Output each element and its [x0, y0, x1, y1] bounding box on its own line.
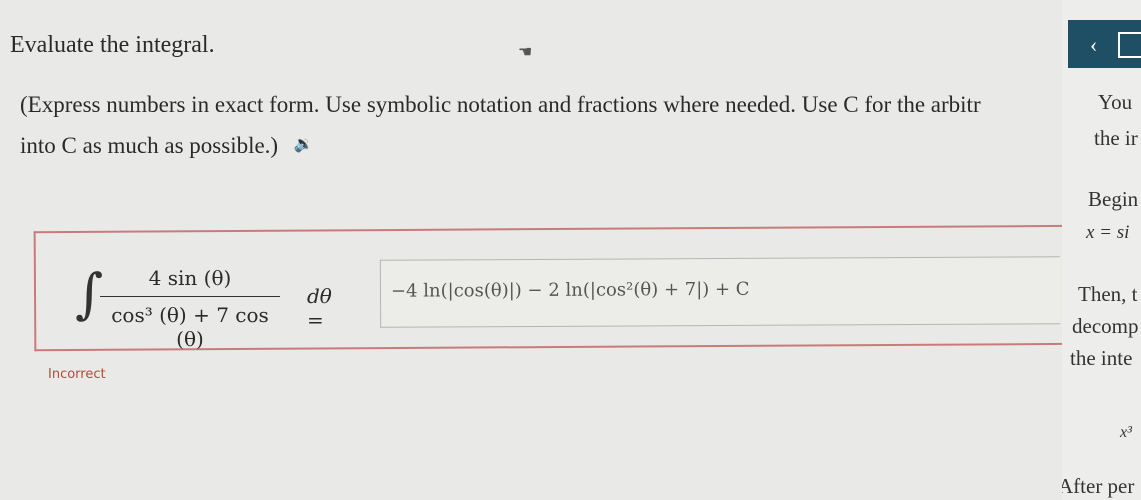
integral-sign-icon: ∫ — [75, 262, 104, 325]
integrand-numerator: 4 sin (θ) — [148, 266, 232, 290]
differential: dθ = — [307, 284, 332, 332]
side-text-6: decomp — [1072, 314, 1139, 338]
side-text-9: After per — [1062, 474, 1135, 498]
answer-value: −4 ln(|cos(θ)|) − 2 ln(|cos²(θ) + 7|) + … — [390, 278, 750, 302]
chevron-left-icon[interactable]: ‹ — [1090, 32, 1097, 58]
question-panel: Evaluate the integral. ☚ (Express number… — [0, 0, 1085, 500]
answer-input[interactable]: −4 ln(|cos(θ)|) − 2 ln(|cos²(θ) + 7|) + … — [379, 256, 1061, 328]
status-label: Incorrect — [48, 367, 106, 382]
cursor-icon: ☚ — [518, 42, 533, 61]
side-panel: ‹ You the ir Begin x = si Then, t decomp… — [1062, 0, 1141, 500]
side-text-7: the inte — [1070, 346, 1133, 370]
instructions: (Express numbers in exact form. Use symb… — [20, 84, 1055, 169]
side-text-5: Then, t — [1078, 282, 1138, 306]
speaker-icon[interactable]: 🔉 — [294, 125, 314, 165]
ebook-icon[interactable] — [1118, 32, 1141, 58]
instructions-line-2: into C as much as possible.) — [20, 133, 279, 158]
integrand-fraction: 4 sin (θ) cos³ (θ) + 7 cos (θ) — [100, 266, 280, 351]
side-text-1: You — [1098, 90, 1133, 114]
side-text-3: Begin — [1088, 187, 1139, 211]
question-title: Evaluate the integral. — [10, 32, 215, 58]
integrand-denominator: cos³ (θ) + 7 cos (θ) — [111, 303, 269, 351]
side-toolbar: ‹ — [1068, 20, 1141, 68]
side-text-4: x = si — [1086, 222, 1130, 243]
side-text-8: x³ — [1120, 424, 1132, 441]
instructions-line-1: (Express numbers in exact form. Use symb… — [20, 92, 981, 117]
side-text-2: the ir — [1094, 126, 1138, 150]
